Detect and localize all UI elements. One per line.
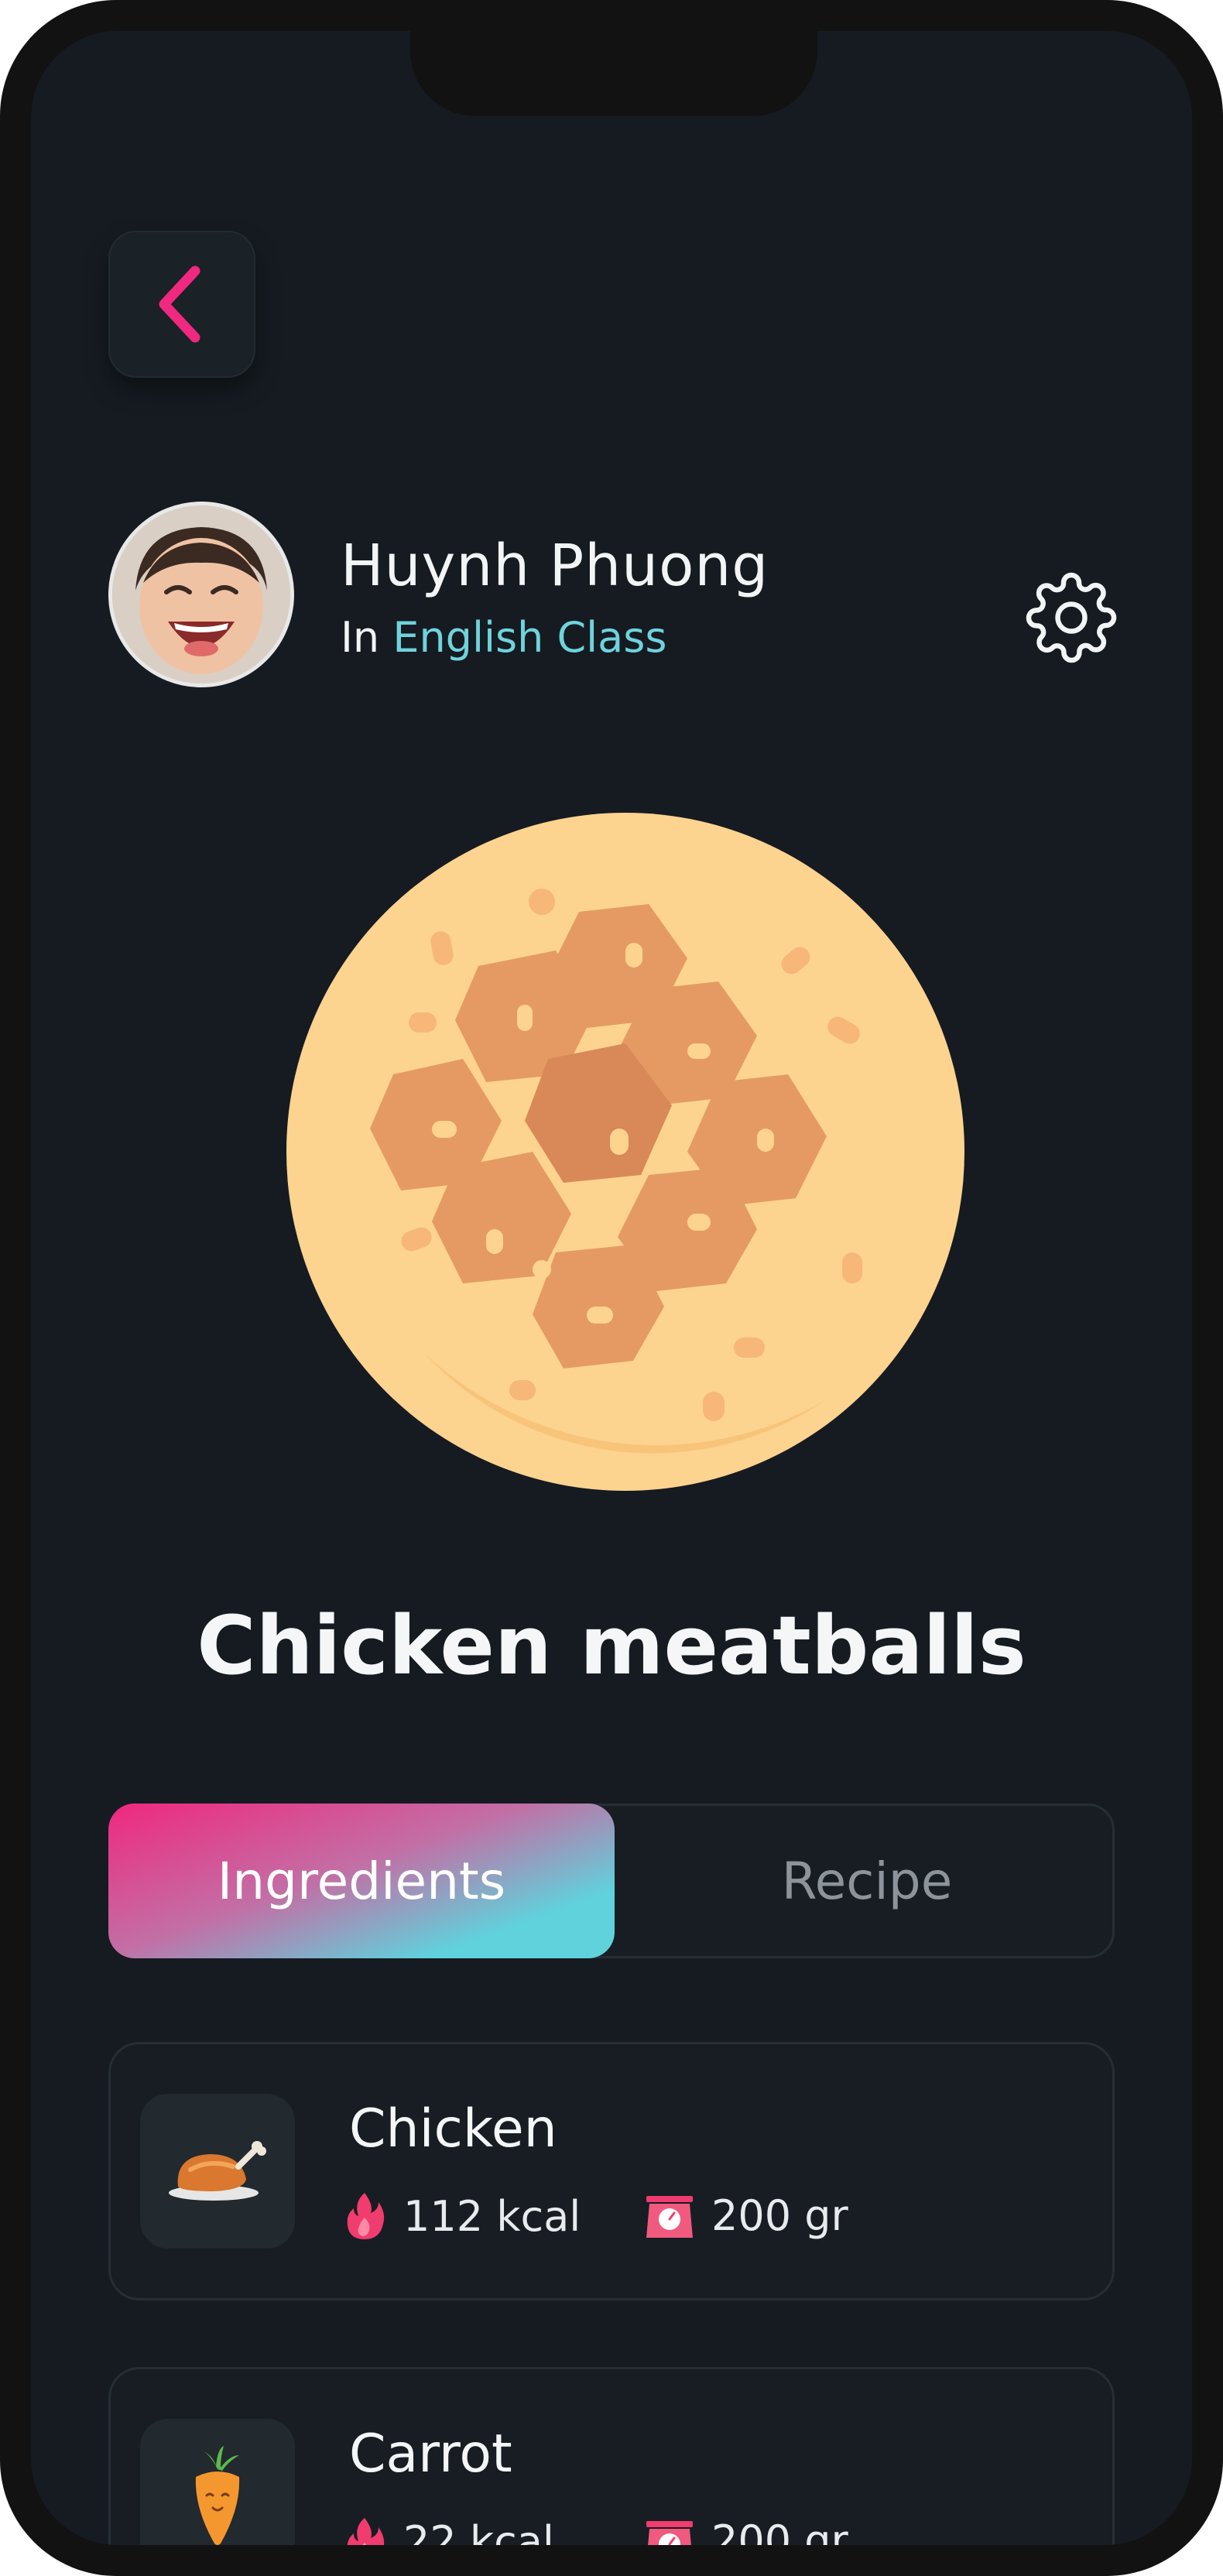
ingredient-thumb [140,2419,295,2545]
flame-icon [347,2193,385,2239]
calories-value: 112 kcal [403,2191,581,2241]
carrot-icon [195,2446,240,2545]
dish-title: Chicken meatballs [197,1598,1026,1693]
user-name: Huynh Phuong [341,533,769,599]
device-notch [410,31,817,116]
calories-stat: 112 kcal [343,2191,581,2241]
weight-value: 200 gr [711,2191,848,2240]
dish-image [285,811,966,1492]
scale-icon [646,2520,693,2545]
avatar[interactable] [108,502,294,687]
class-link[interactable]: English Class [392,613,666,662]
ingredient-card[interactable]: Chicken 112 kcal 200 gr [108,2042,1115,2300]
gear-icon [1026,572,1117,663]
ingredient-card[interactable]: Carrot 22 kcal 200 gr [108,2367,1115,2545]
calories-value: 22 kcal [403,2516,554,2546]
phone-frame: Huynh Phuong In English Class Chicken me… [0,0,1223,2576]
weight-stat: 200 gr [645,2516,848,2545]
back-button[interactable] [108,231,255,378]
settings-button[interactable] [1017,564,1125,672]
weight-stat: 200 gr [645,2191,848,2240]
roast-chicken-icon [169,2141,266,2201]
calories-stat: 22 kcal [343,2516,554,2545]
flame-icon [347,2518,385,2545]
child-avatar-icon [112,505,290,683]
chevron-left-icon [159,265,200,343]
app-screen: Huynh Phuong In English Class Chicken me… [31,31,1192,2545]
tab-ingredients[interactable]: Ingredients [108,1804,615,1958]
meatballs-plate-icon [286,813,964,1491]
class-prefix: In [341,613,380,662]
weight-value: 200 gr [711,2516,848,2545]
tab-recipe[interactable]: Recipe [614,1804,1120,1958]
scale-icon [646,2195,693,2238]
tab-bar: Ingredients Recipe [108,1804,1115,1958]
user-class-line: In English Class [341,613,667,662]
ingredient-name: Carrot [349,2424,512,2485]
ingredient-thumb [140,2094,295,2249]
ingredient-name: Chicken [349,2098,557,2160]
